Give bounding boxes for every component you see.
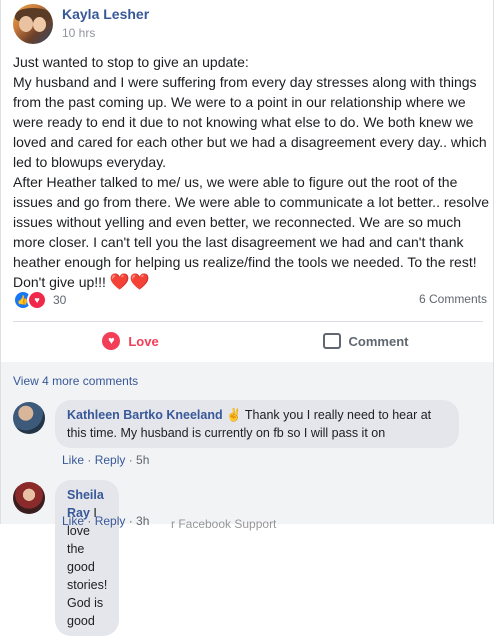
- post-line: issues and go from there. We were able t…: [13, 194, 489, 210]
- comment-meta: Like · Reply · 3h: [62, 514, 150, 528]
- comment-button-label: Comment: [348, 333, 409, 349]
- post-line: from the past coming up. We were to a po…: [13, 94, 466, 110]
- comment-meta: Like · Reply · 5h: [62, 453, 150, 467]
- comment-bubble: Sheila Ray I love the good stories! God …: [55, 480, 120, 636]
- comment-bubble-icon: [322, 333, 341, 349]
- commenter-avatar[interactable]: [13, 402, 45, 434]
- post-line: issues without yelling and even better, …: [13, 214, 461, 230]
- author-avatar[interactable]: [13, 4, 53, 44]
- comment-time[interactable]: 5h: [136, 453, 149, 467]
- comment-text: Thank you I really need to hear at: [244, 408, 432, 422]
- post-line: led to blowups everyday.: [13, 154, 167, 170]
- commenter-badge-icon: ✌: [226, 408, 242, 422]
- comment-like-link[interactable]: Like: [62, 453, 84, 467]
- post-line-last: Don't give up!!! ❤️❤️: [13, 272, 491, 293]
- heart-emoji-icon: ❤️❤️: [109, 274, 150, 291]
- post-line: After Heather talked to me/ us, we were …: [13, 174, 458, 190]
- post-line: Just wanted to stop to give an update:: [13, 54, 249, 70]
- post-line: were ready to end it due to not knowing …: [13, 114, 474, 130]
- overlay-text: r Facebook Support: [171, 517, 277, 531]
- love-button[interactable]: ♥ Love: [13, 322, 248, 360]
- post-line: My husband and I were suffering from eve…: [13, 74, 477, 90]
- comment-button[interactable]: Comment: [248, 322, 483, 360]
- comments-section: View 4 more comments Kathleen Bartko Kne…: [1, 362, 493, 636]
- comment-bubble: Kathleen Bartko Kneeland ✌ Thank you I r…: [55, 400, 459, 448]
- post-line: loved and cared for each other but we ha…: [13, 134, 487, 150]
- post-line-text: Don't give up!!!: [13, 274, 106, 290]
- commenter-name[interactable]: Kathleen Bartko Kneeland: [67, 408, 223, 422]
- post-line: more closer. I can't tell you the last d…: [13, 234, 464, 250]
- heart-icon: ♥: [102, 332, 121, 350]
- commenter-avatar[interactable]: [13, 482, 45, 514]
- comment-reply-link[interactable]: Reply: [95, 514, 126, 528]
- comment-like-link[interactable]: Like: [62, 514, 84, 528]
- post-body: Just wanted to stop to give an update: M…: [13, 52, 491, 293]
- comment-reply-link[interactable]: Reply: [95, 453, 126, 467]
- reaction-count: 30: [53, 293, 67, 307]
- love-reaction-icon: ♥: [27, 290, 47, 310]
- comment-time[interactable]: 3h: [136, 514, 149, 528]
- author-name[interactable]: Kayla Lesher: [62, 6, 149, 22]
- comment-text: this time. My husband is currently on fb…: [67, 426, 386, 440]
- post-actions: ♥ Love Comment: [13, 322, 483, 360]
- post-timestamp[interactable]: 10 hrs: [62, 26, 95, 40]
- post-line: heather enough for helping us realize/fi…: [13, 254, 477, 270]
- love-button-label: Love: [128, 333, 159, 349]
- view-more-comments-link[interactable]: View 4 more comments: [13, 374, 138, 388]
- comments-count-link[interactable]: 6 Comments: [419, 292, 487, 306]
- post-card: Kayla Lesher 10 hrs Just wanted to stop …: [0, 0, 494, 636]
- reaction-summary[interactable]: 👍 ♥ 30: [13, 290, 66, 310]
